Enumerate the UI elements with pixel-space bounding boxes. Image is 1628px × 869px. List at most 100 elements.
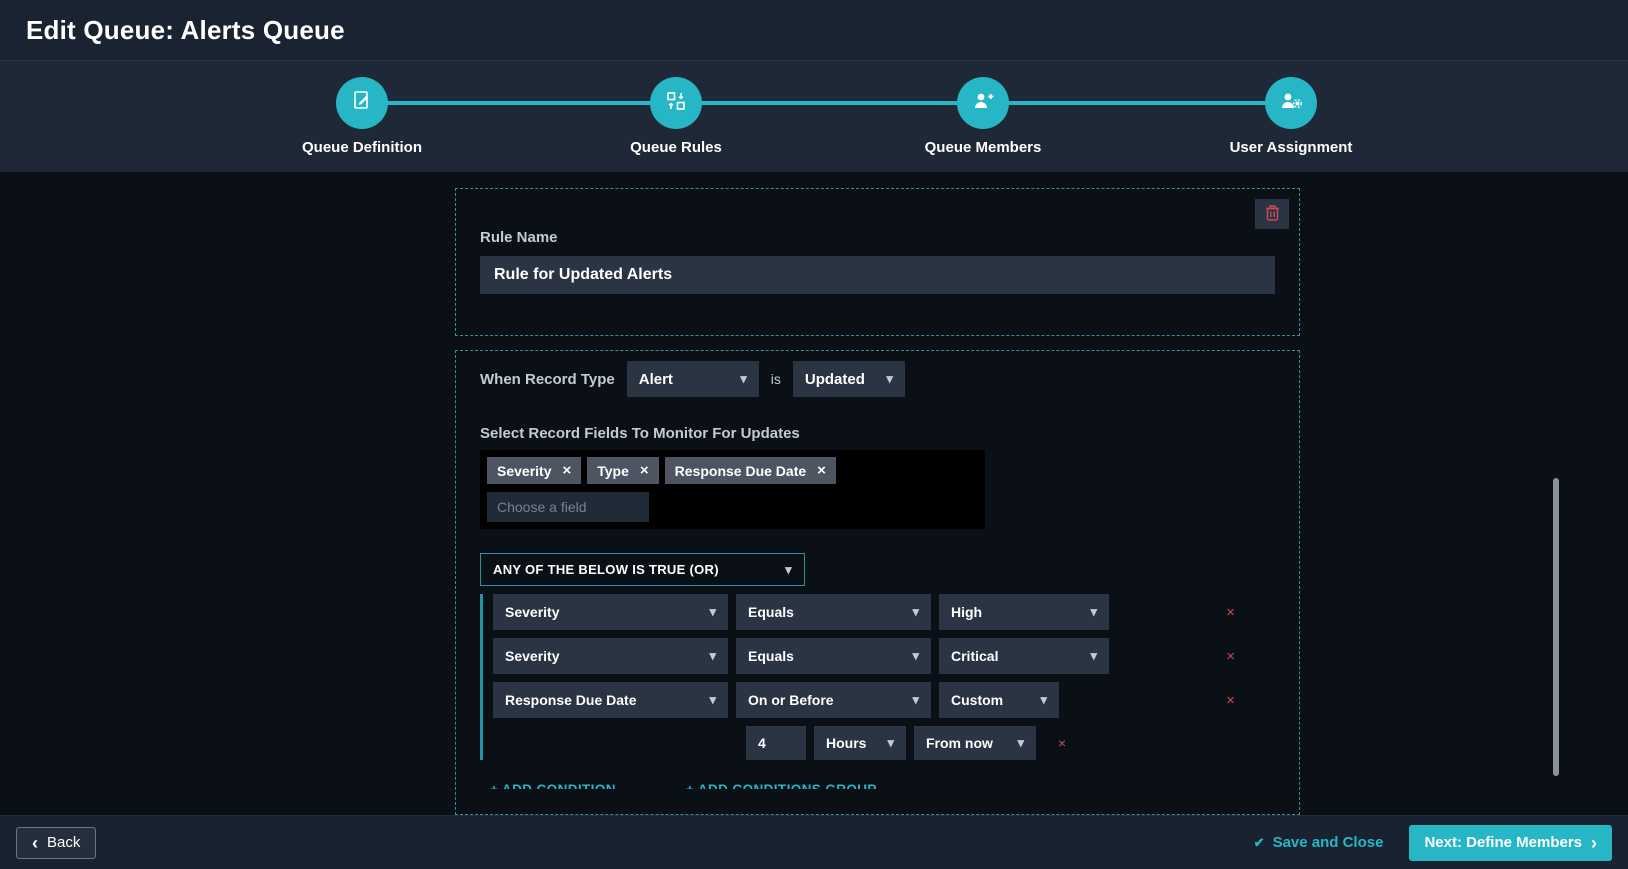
record-action-value: Updated [804, 370, 865, 388]
chip-label: Severity [497, 462, 552, 479]
add-member-icon [971, 89, 995, 118]
trash-icon [1265, 204, 1280, 224]
chip-close-icon[interactable]: × [817, 462, 826, 479]
dropdown-value: Equals [748, 648, 794, 664]
add-conditions-group-link[interactable]: + ADD CONDITIONS GROUP [686, 782, 877, 789]
chevron-down-icon: ▾ [1090, 604, 1097, 619]
field-chip-type[interactable]: Type × [587, 457, 659, 484]
dropdown-value: Custom [951, 692, 1004, 708]
chevron-down-icon: ▾ [740, 371, 747, 386]
step-label: Queue Members [924, 139, 1042, 156]
rule-conditions-section: When Record Type Alert ▾ is Updated ▾ Se… [455, 350, 1300, 815]
back-button[interactable]: ‹ Back [16, 826, 97, 859]
step-queue-members[interactable]: Queue Members [873, 77, 1093, 156]
document-edit-icon [350, 89, 374, 118]
field-chip-response-due-date[interactable]: Response Due Date × [664, 457, 836, 484]
when-record-row: When Record Type Alert ▾ is Updated ▾ [480, 361, 1275, 397]
custom-date-row: Hours ▾ From now ▾ × [746, 726, 1275, 760]
group-operator-value: ANY OF THE BELOW IS TRUE (OR) [493, 562, 719, 577]
app-header: Edit Queue: Alerts Queue [0, 0, 1628, 60]
chip-close-icon[interactable]: × [562, 462, 571, 479]
chevron-down-icon: ▾ [1017, 735, 1024, 750]
user-gear-icon [1279, 89, 1303, 118]
next-define-members-button[interactable]: Next: Define Members › [1409, 824, 1612, 861]
step-circle[interactable] [650, 77, 702, 129]
chevron-down-icon: ▾ [912, 648, 919, 663]
chevron-right-icon: › [1591, 832, 1597, 853]
dropdown-value: On or Before [748, 692, 834, 708]
remove-condition-icon[interactable]: × [1226, 648, 1235, 665]
chip-label: Response Due Date [674, 462, 807, 479]
chevron-down-icon: ▾ [709, 692, 716, 707]
page-title: Edit Queue: Alerts Queue [26, 14, 345, 45]
chevron-down-icon: ▾ [887, 735, 894, 750]
record-action-dropdown[interactable]: Updated ▾ [792, 361, 905, 397]
step-label: Queue Definition [302, 139, 422, 156]
check-icon: ✔ [1253, 834, 1265, 850]
stepper-connector-line [362, 101, 1291, 105]
next-button-label: Next: Define Members [1424, 834, 1582, 851]
add-condition-link[interactable]: + ADD CONDITION [490, 782, 616, 789]
condition-value-dropdown[interactable]: Critical ▾ [939, 638, 1109, 674]
dropdown-value: Severity [505, 648, 560, 664]
chevron-down-icon: ▾ [886, 371, 893, 386]
rule-name-label: Rule Name [480, 229, 558, 246]
chevron-left-icon: ‹ [32, 832, 38, 853]
dropdown-value: Equals [748, 604, 794, 620]
dropdown-value: Hours [826, 735, 867, 751]
back-button-label: Back [47, 834, 81, 851]
custom-unit-dropdown[interactable]: Hours ▾ [814, 726, 906, 760]
when-record-type-label: When Record Type [480, 370, 615, 388]
monitor-fields-label: Select Record Fields To Monitor For Upda… [480, 425, 800, 442]
rule-name-input[interactable] [480, 256, 1275, 294]
condition-value-dropdown[interactable]: High ▾ [939, 594, 1109, 630]
condition-operator-dropdown[interactable]: Equals ▾ [736, 638, 931, 674]
choose-field-input[interactable] [487, 492, 649, 522]
condition-row: Severity ▾ Equals ▾ Critical ▾ × [493, 638, 1275, 674]
condition-operator-dropdown[interactable]: Equals ▾ [736, 594, 931, 630]
field-chips-row: Severity × Type × Response Due Date × [487, 457, 978, 484]
step-label: User Assignment [1229, 139, 1353, 156]
remove-custom-row-icon[interactable]: × [1058, 735, 1066, 751]
remove-condition-icon[interactable]: × [1226, 692, 1235, 709]
condition-row: Severity ▾ Equals ▾ High ▾ × [493, 594, 1275, 630]
scrollbar-thumb[interactable] [1553, 478, 1559, 776]
step-circle[interactable] [336, 77, 388, 129]
condition-field-dropdown[interactable]: Severity ▾ [493, 594, 728, 630]
step-user-assignment[interactable]: User Assignment [1181, 77, 1401, 156]
footer-bar: ‹ Back ✔ Save and Close Next: Define Mem… [0, 815, 1628, 869]
step-queue-definition[interactable]: Queue Definition [252, 77, 472, 156]
step-queue-rules[interactable]: Queue Rules [566, 77, 786, 156]
monitor-fields-box[interactable]: Severity × Type × Response Due Date × [480, 450, 985, 529]
chip-close-icon[interactable]: × [640, 462, 649, 479]
remove-condition-icon[interactable]: × [1226, 604, 1235, 621]
save-and-close-label: Save and Close [1272, 834, 1384, 851]
save-and-close-link[interactable]: ✔ Save and Close [1254, 834, 1384, 851]
custom-amount-input[interactable] [746, 726, 806, 760]
condition-field-dropdown[interactable]: Severity ▾ [493, 638, 728, 674]
chevron-down-icon: ▾ [785, 561, 792, 577]
custom-direction-dropdown[interactable]: From now ▾ [914, 726, 1036, 760]
chevron-down-icon: ▾ [1040, 692, 1047, 707]
condition-field-dropdown[interactable]: Response Due Date ▾ [493, 682, 728, 718]
condition-operator-dropdown[interactable]: On or Before ▾ [736, 682, 931, 718]
is-label: is [770, 371, 781, 387]
rules-icon [664, 89, 688, 118]
chip-label: Type [597, 462, 629, 479]
chevron-down-icon: ▾ [709, 648, 716, 663]
condition-rows-group: Severity ▾ Equals ▾ High ▾ × Severity ▾ … [480, 594, 1275, 760]
step-circle[interactable] [957, 77, 1009, 129]
condition-row: Response Due Date ▾ On or Before ▾ Custo… [493, 682, 1275, 718]
rule-name-section: Rule Name [455, 188, 1300, 336]
record-type-dropdown[interactable]: Alert ▾ [626, 361, 759, 397]
add-links-row: + ADD CONDITION + ADD CONDITIONS GROUP [490, 782, 1275, 789]
step-circle[interactable] [1265, 77, 1317, 129]
record-type-value: Alert [638, 370, 673, 388]
field-chip-severity[interactable]: Severity × [487, 457, 582, 484]
condition-value-dropdown[interactable]: Custom ▾ [939, 682, 1059, 718]
condition-group-operator-dropdown[interactable]: ANY OF THE BELOW IS TRUE (OR) ▾ [480, 553, 805, 586]
delete-rule-button[interactable] [1255, 199, 1289, 229]
chevron-down-icon: ▾ [912, 604, 919, 619]
footer-actions: ✔ Save and Close Next: Define Members › [1254, 824, 1612, 861]
dropdown-value: Response Due Date [505, 692, 637, 708]
